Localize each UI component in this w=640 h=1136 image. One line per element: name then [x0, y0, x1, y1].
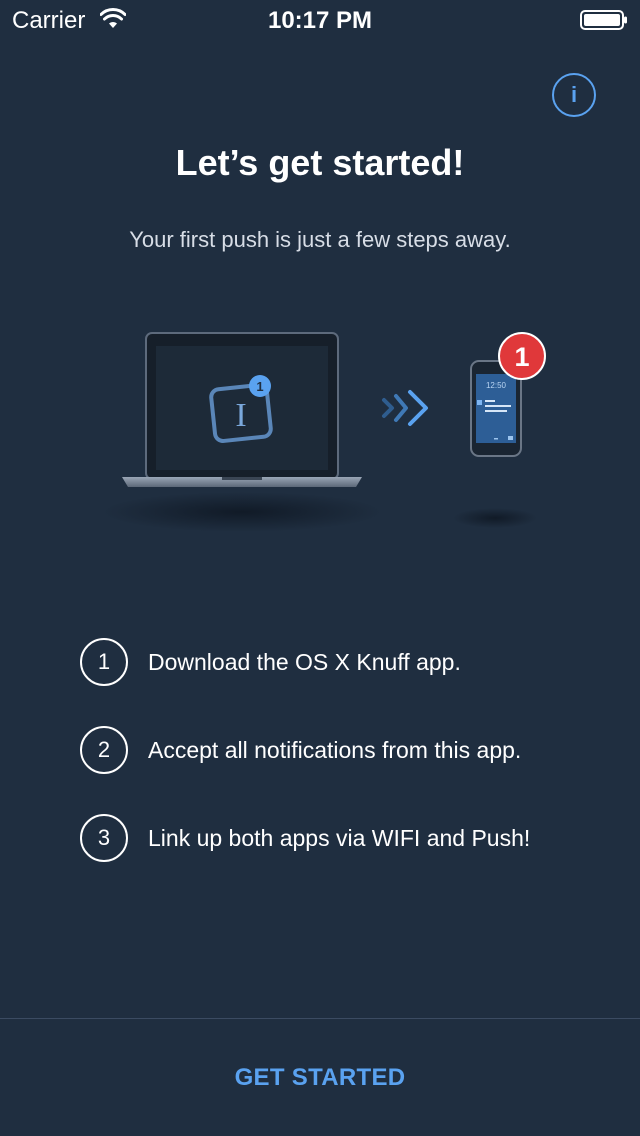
step-item: 3 Link up both apps via WIFI and Push! — [80, 814, 620, 902]
laptop-app-glyph: I — [235, 397, 246, 434]
clock: 10:17 PM — [267, 7, 373, 34]
step-item: 2 Accept all notifications from this app… — [80, 726, 620, 814]
step-item: 1 Download the OS X Knuff app. — [80, 638, 620, 726]
double-chevron-right-icon — [382, 390, 428, 426]
battery-icon — [580, 10, 627, 30]
get-started-button[interactable]: GET STARTED — [0, 1019, 640, 1136]
laptop-badge-count: 1 — [256, 379, 263, 394]
page-title: Let’s get started! — [175, 142, 465, 183]
step-number-badge: 2 — [80, 726, 128, 774]
info-button[interactable]: i — [552, 73, 596, 117]
status-bar: Carrier 10:17 PM — [0, 0, 640, 40]
hero-illustration: I 1 12:50 1 — [102, 332, 546, 532]
step-text: Accept all notifications from this app. — [148, 737, 522, 763]
page-subtitle: Your first push is just a few steps away… — [129, 227, 511, 252]
step-number-badge: 3 — [80, 814, 128, 862]
info-icon: i — [570, 82, 578, 107]
step-text: Download the OS X Knuff app. — [148, 649, 461, 675]
step-text: Link up both apps via WIFI and Push! — [148, 825, 531, 851]
phone-badge-count: 1 — [514, 342, 529, 372]
steps-list: 1 Download the OS X Knuff app. 2 Accept … — [80, 638, 620, 902]
phone-time: 12:50 — [486, 381, 507, 390]
step-number-badge: 1 — [80, 638, 128, 686]
